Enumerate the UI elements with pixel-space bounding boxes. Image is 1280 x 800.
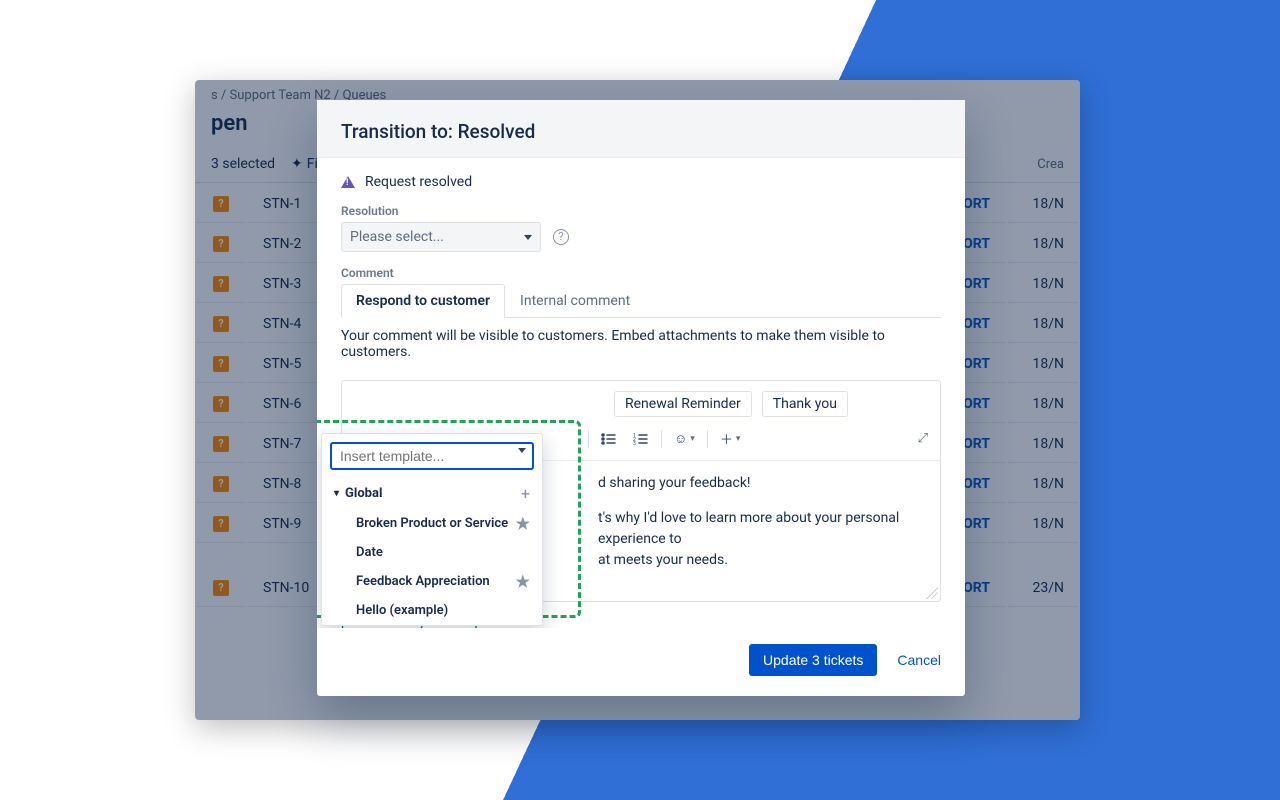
star-icon[interactable]: ★	[516, 514, 530, 533]
toolbar-divider	[707, 430, 708, 448]
ordered-list-button[interactable]: 123	[629, 430, 653, 448]
editor-text-line: t's why I'd love to learn more about you…	[598, 510, 899, 547]
expand-editor-button[interactable]: ⤢	[918, 431, 928, 446]
unordered-list-button[interactable]	[597, 430, 621, 448]
star-icon[interactable]: ★	[516, 572, 530, 591]
template-item-label: Hello (example)	[356, 603, 448, 618]
editor-text-line: d sharing your feedback!	[598, 475, 751, 491]
template-group-global[interactable]: ▾ Global +	[322, 478, 542, 509]
toolbar-divider	[588, 430, 589, 448]
template-chips-row: Renewal Reminder Thank you	[342, 381, 940, 417]
transition-modal: Transition to: Resolved Request resolved…	[317, 100, 965, 696]
resolution-select[interactable]: Please select...	[341, 222, 541, 252]
template-item-label: Date	[356, 545, 383, 560]
modal-header: Transition to: Resolved	[317, 100, 965, 158]
request-resolved-text: Request resolved	[365, 174, 472, 190]
template-search-input[interactable]	[330, 442, 534, 470]
warning-icon	[341, 176, 355, 188]
comment-hint: Your comment will be visible to customer…	[341, 328, 941, 360]
comment-tabs: Respond to customer Internal comment	[341, 284, 941, 318]
chevron-down-icon	[518, 448, 526, 453]
chevron-down-icon: ▾	[334, 488, 339, 499]
modal-body: Request resolved Resolution Please selec…	[317, 158, 965, 628]
insert-more-button[interactable]: ＋▾	[716, 427, 745, 450]
template-dropdown: ▾ Global + Broken Product or Service ★ Da…	[321, 433, 543, 626]
chip-renewal-reminder[interactable]: Renewal Reminder	[614, 391, 752, 417]
request-resolved-row: Request resolved	[341, 174, 941, 190]
template-item[interactable]: Feedback Appreciation ★	[322, 567, 542, 596]
chip-thank-you[interactable]: Thank you	[762, 391, 848, 417]
resize-handle[interactable]	[926, 587, 938, 599]
editor-text-line: at meets your needs.	[598, 552, 728, 568]
svg-text:3: 3	[633, 441, 636, 446]
chevron-down-icon	[524, 235, 532, 240]
tab-internal[interactable]: Internal comment	[505, 284, 645, 318]
template-item[interactable]: Hello (example) ★	[322, 596, 542, 625]
resolution-placeholder: Please select...	[350, 229, 444, 245]
template-item-label: Feedback Appreciation	[356, 574, 490, 589]
cancel-button[interactable]: Cancel	[897, 652, 941, 668]
emoji-button[interactable]: ☺▾	[670, 429, 699, 449]
add-template-button[interactable]: +	[521, 484, 530, 503]
template-group-label: Global	[345, 486, 382, 501]
help-icon[interactable]: ?	[553, 229, 569, 245]
template-item-label: Broken Product or Service	[356, 516, 508, 531]
modal-footer: Update 3 tickets Cancel	[317, 628, 965, 696]
update-tickets-button[interactable]: Update 3 tickets	[749, 644, 877, 676]
modal-title: Transition to: Resolved	[341, 120, 941, 143]
template-item[interactable]: Broken Product or Service ★	[322, 509, 542, 538]
resolution-label: Resolution	[341, 204, 941, 218]
template-item[interactable]: Date ★	[322, 538, 542, 567]
comment-label: Comment	[341, 266, 941, 280]
tab-respond[interactable]: Respond to customer	[341, 284, 505, 318]
toolbar-divider	[661, 430, 662, 448]
